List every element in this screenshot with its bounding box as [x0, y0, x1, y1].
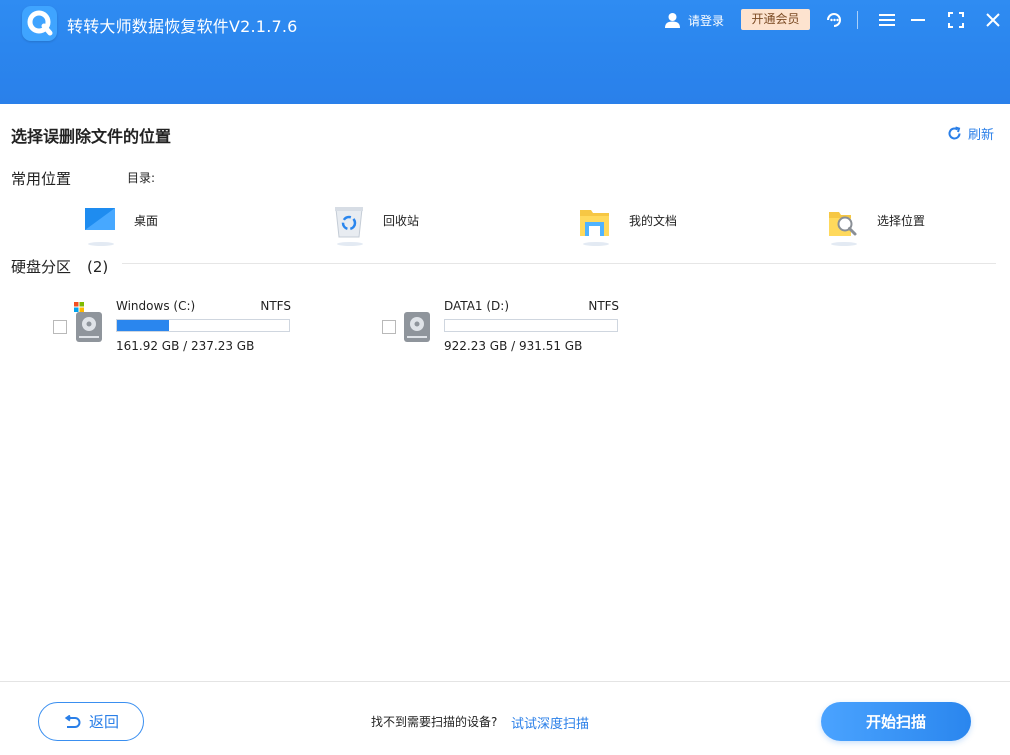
close-icon[interactable] [983, 10, 1003, 30]
documents-folder-icon [579, 204, 615, 244]
device-not-found-hint: 找不到需要扫描的设备? [371, 713, 497, 730]
location-documents[interactable]: 我的文档 [579, 204, 677, 248]
location-choose[interactable]: 选择位置 [827, 204, 925, 248]
location-recycle-bin[interactable]: 回收站 [333, 204, 419, 248]
disk-checkbox[interactable] [382, 320, 396, 334]
refresh-icon [947, 126, 962, 141]
disk-name: DATA1 (D:) [444, 299, 509, 313]
location-desktop[interactable]: 桌面 [84, 204, 158, 248]
page-title: 选择误删除文件的位置 [11, 123, 171, 147]
disk-partitions-heading: 硬盘分区(2) [11, 256, 108, 277]
disk-filesystem: NTFS [579, 299, 619, 313]
disk-usage-fill [117, 320, 169, 331]
section-divider [122, 263, 996, 264]
disk-count: (2) [87, 258, 108, 276]
footer-divider [0, 681, 1010, 682]
title-bar: 转转大师数据恢复软件V2.1.7.6 请登录 开通会员 [0, 0, 1010, 104]
location-label: 选择位置 [877, 212, 925, 229]
refresh-label: 刷新 [968, 124, 994, 143]
location-label: 桌面 [134, 212, 158, 229]
disk-checkbox[interactable] [53, 320, 67, 334]
menu-icon[interactable] [877, 10, 897, 30]
login-button[interactable]: 请登录 [664, 10, 724, 30]
recycle-bin-icon [333, 204, 369, 244]
header-separator [857, 11, 858, 29]
location-label: 我的文档 [629, 212, 677, 229]
hard-drive-icon [75, 311, 103, 343]
back-arrow-icon [63, 715, 81, 729]
choose-location-icon [827, 204, 863, 244]
desktop-icon [84, 204, 120, 244]
disk-name: Windows (C:) [116, 299, 195, 313]
login-label: 请登录 [688, 12, 724, 29]
directory-label: 目录: [127, 169, 155, 186]
user-icon [664, 12, 681, 29]
common-locations-heading: 常用位置 [11, 168, 71, 189]
hard-drive-icon [403, 311, 431, 343]
app-title: 转转大师数据恢复软件V2.1.7.6 [67, 13, 298, 37]
back-button[interactable]: 返回 [38, 702, 144, 741]
disk-usage-bar [116, 319, 290, 332]
disk-size: 922.23 GB / 931.51 GB [444, 339, 582, 353]
back-label: 返回 [89, 711, 119, 732]
refresh-button[interactable]: 刷新 [947, 124, 994, 143]
vip-button[interactable]: 开通会员 [741, 9, 810, 30]
maximize-icon[interactable] [946, 10, 966, 30]
app-logo-icon [22, 6, 57, 41]
disk-filesystem: NTFS [251, 299, 291, 313]
location-label: 回收站 [383, 212, 419, 229]
minimize-icon[interactable] [908, 10, 928, 30]
deep-scan-link[interactable]: 试试深度扫描 [511, 713, 589, 732]
disk-size: 161.92 GB / 237.23 GB [116, 339, 254, 353]
support-icon[interactable] [824, 10, 844, 30]
disk-usage-bar [444, 319, 618, 332]
start-scan-button[interactable]: 开始扫描 [821, 702, 971, 741]
